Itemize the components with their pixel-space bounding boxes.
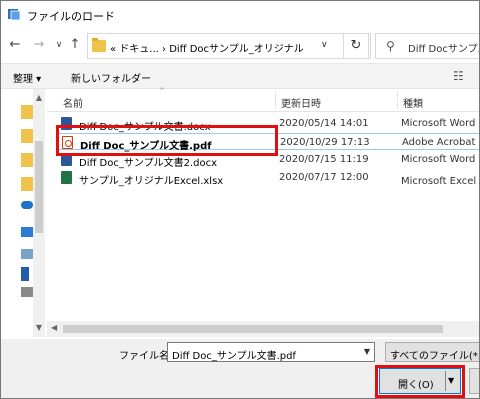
refresh-icon: ↻ <box>350 38 362 53</box>
nav-folder-icon[interactable] <box>21 177 33 191</box>
nav-folder-icon[interactable] <box>21 153 33 167</box>
forward-arrow-icon[interactable]: → <box>31 37 47 53</box>
refresh-button[interactable]: ↻ <box>343 33 369 59</box>
scroll-up-icon[interactable]: ▲ <box>35 93 43 102</box>
new-folder-button[interactable]: 新しいフォルダー <box>71 70 151 85</box>
organize-menu[interactable]: 整理 ▾ <box>13 70 41 85</box>
scroll-left-icon[interactable]: ◀ <box>51 323 57 332</box>
file-type: Microsoft Excel ワ <box>401 176 479 187</box>
breadcrumb[interactable]: « ドキュ... › Diff Docサンプル_オリジナル <box>110 40 304 55</box>
up-arrow-icon[interactable]: ↑ <box>67 37 83 53</box>
filetype-value: すべてのファイル(*.*) <box>390 351 480 362</box>
file-date: 2020/05/14 14:01 <box>279 118 369 129</box>
view-options-icon[interactable]: ☷ <box>453 69 464 83</box>
horizontal-scrollbar-thumb[interactable] <box>63 325 443 333</box>
column-divider[interactable] <box>397 91 398 109</box>
column-divider[interactable] <box>275 91 276 109</box>
search-icon: ⚲ <box>386 39 395 53</box>
network-icon[interactable] <box>21 287 33 297</box>
cancel-button[interactable] <box>469 368 479 394</box>
file-type: Adobe Acrobat D <box>402 137 480 148</box>
nav-folder-icon[interactable] <box>21 105 33 119</box>
nav-folder-icon[interactable] <box>21 129 33 143</box>
sort-caret-icon: ^ <box>159 87 165 95</box>
column-date[interactable]: 更新日時 <box>281 95 321 110</box>
selection-highlight-box <box>56 125 278 156</box>
filename-value: Diff Doc_サンプル文書.pdf <box>172 351 296 362</box>
chevron-down-icon[interactable]: ▼ <box>364 347 370 356</box>
file-name: サンプル_オリジナルExcel.xlsx <box>79 176 224 187</box>
search-placeholder: Diff Docサンプル <box>408 44 480 55</box>
column-type[interactable]: 種類 <box>403 95 423 110</box>
file-open-dialog: ファイルのロード ← → ∨ ↑ « ドキュ... › Diff Docサンプル… <box>0 0 480 399</box>
file-list: 名前 ^ 更新日時 種類 Diff Doc_サンプル文書.docx 2020/0… <box>47 87 480 321</box>
filetype-select[interactable]: すべてのファイル(*.*) <box>385 342 480 362</box>
drive-icon[interactable] <box>21 249 33 259</box>
file-row[interactable]: サンプル_オリジナルExcel.xlsx 2020/07/17 12:00 Mi… <box>57 169 479 187</box>
download-icon[interactable] <box>21 267 29 281</box>
scroll-down-icon[interactable]: ▼ <box>35 323 43 332</box>
nav-scrollbar[interactable]: ▲ ▼ <box>33 89 45 337</box>
onedrive-icon[interactable] <box>21 201 33 209</box>
horizontal-scrollbar[interactable]: ◀ <box>47 321 479 337</box>
window-title: ファイルのロード <box>27 10 115 23</box>
folder-icon <box>92 38 106 52</box>
file-type: Microsoft Word ... <box>401 154 480 165</box>
open-highlight-box <box>375 365 465 398</box>
recent-dropdown-icon[interactable]: ∨ <box>51 37 67 53</box>
search-input[interactable]: ⚲ Diff Docサンプル <box>375 33 480 59</box>
pc-icon[interactable] <box>21 227 33 237</box>
title-bar: ファイルのロード <box>1 1 479 29</box>
file-date: 2020/07/17 12:00 <box>279 172 369 183</box>
column-header: 名前 ^ 更新日時 種類 <box>47 87 479 112</box>
file-date: 2020/07/15 11:19 <box>279 154 369 165</box>
command-toolbar: 整理 ▾ 新しいフォルダー ☷ <box>1 63 479 89</box>
filename-input[interactable]: Diff Doc_サンプル文書.pdf ▼ <box>167 342 375 362</box>
file-name: Diff Doc_サンプル文書2.docx <box>79 158 217 169</box>
app-icon <box>8 9 21 21</box>
excel-icon <box>61 171 72 184</box>
navigation-bar: ← → ∨ ↑ « ドキュ... › Diff Docサンプル_オリジナル ∨ … <box>1 31 479 61</box>
nav-scrollbar-thumb[interactable] <box>35 141 43 233</box>
file-date: 2020/10/29 17:13 <box>280 137 370 148</box>
address-dropdown-icon[interactable]: ∨ <box>321 40 335 56</box>
back-arrow-icon[interactable]: ← <box>7 37 23 53</box>
column-name[interactable]: 名前 <box>63 95 83 110</box>
file-type: Microsoft Word ... <box>401 118 480 129</box>
